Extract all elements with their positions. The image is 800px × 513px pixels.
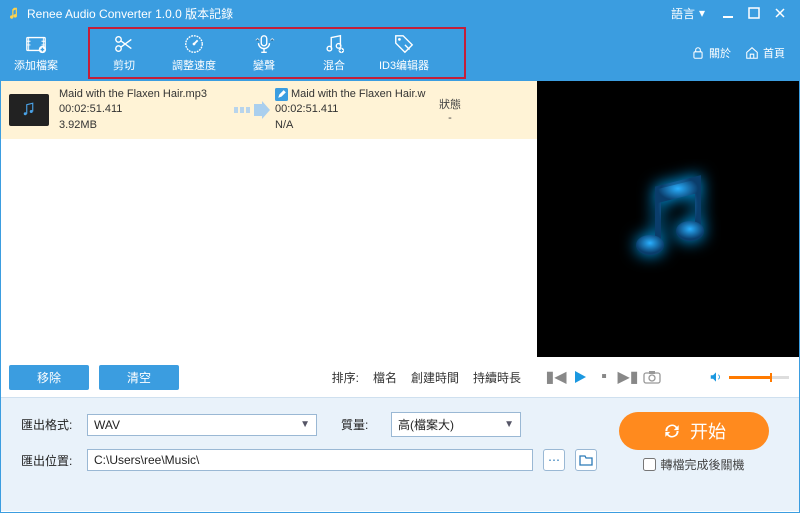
mix-button[interactable]: 混合 [299, 29, 369, 77]
export-format-select[interactable]: WAV ▼ [87, 414, 317, 436]
stop-button[interactable]: ▪ [595, 368, 613, 386]
app-title: Renee Audio Converter 1.0.0 版本記錄 [27, 5, 671, 22]
open-folder-button[interactable] [575, 449, 597, 471]
id3-editor-button[interactable]: ID3编辑器 [369, 29, 439, 77]
tag-edit-icon [393, 33, 415, 55]
music-note-icon [608, 159, 728, 279]
preview-pane [537, 81, 799, 357]
lock-icon [691, 46, 705, 60]
speedometer-icon [183, 33, 205, 55]
cut-button[interactable]: 剪切 [89, 29, 159, 77]
language-selector[interactable]: 語言 ▾ [671, 5, 705, 22]
status-header: 狀態 [430, 96, 470, 112]
volume-slider[interactable] [729, 376, 789, 379]
sort-by-name[interactable]: 檔名 [373, 369, 397, 386]
maximize-button[interactable] [741, 3, 767, 23]
volume-icon[interactable] [709, 370, 723, 384]
file-row[interactable]: Maid with the Flaxen Hair.mp3 00:02:51.4… [1, 81, 537, 139]
chevron-down-icon: ▼ [504, 419, 514, 430]
scissors-icon [113, 33, 135, 55]
prev-button[interactable]: ▮◀ [547, 368, 565, 386]
output-filename: Maid with the Flaxen Hair.w [291, 87, 426, 102]
output-duration: 00:02:51.411 [275, 102, 430, 117]
export-location-input[interactable]: C:\Users\ree\Music\ [87, 449, 533, 471]
chevron-down-icon: ▼ [300, 419, 310, 430]
app-logo-icon [7, 6, 21, 20]
source-duration: 00:02:51.411 [59, 102, 229, 117]
snapshot-button[interactable] [643, 368, 661, 386]
chevron-down-icon: ▾ [699, 6, 705, 20]
shutdown-checkbox-row[interactable]: 轉檔完成後關機 [643, 456, 744, 473]
export-location-label: 匯出位置: [21, 452, 77, 469]
browse-folder-button[interactable]: ⋯ [543, 449, 565, 471]
adjust-speed-button[interactable]: 調整速度 [159, 29, 229, 77]
home-button[interactable]: 首頁 [745, 45, 785, 61]
sort-by-duration[interactable]: 持續時長 [473, 369, 521, 386]
next-button[interactable]: ▶▮ [619, 368, 637, 386]
convert-arrow-icon [229, 100, 275, 120]
language-label: 語言 [671, 5, 695, 22]
status-value: - [430, 112, 470, 124]
about-button[interactable]: 關於 [691, 45, 731, 61]
edit-icon[interactable] [275, 88, 288, 101]
refresh-icon [662, 421, 682, 441]
minimize-button[interactable] [715, 3, 741, 23]
home-icon [745, 46, 759, 60]
change-voice-button[interactable]: 變聲 [229, 29, 299, 77]
file-list[interactable]: Maid with the Flaxen Hair.mp3 00:02:51.4… [1, 81, 537, 357]
microphone-icon [253, 33, 275, 55]
export-format-label: 匯出格式: [21, 416, 77, 433]
quality-select[interactable]: 高(檔案大) ▼ [391, 412, 521, 437]
sort-label: 排序: [332, 369, 359, 386]
add-file-button[interactable]: 添加檔案 [1, 29, 71, 77]
source-filesize: 3.92MB [59, 118, 229, 133]
clear-button[interactable]: 清空 [99, 365, 179, 390]
shutdown-checkbox[interactable] [643, 458, 656, 471]
output-size: N/A [275, 118, 430, 133]
filmstrip-plus-icon [25, 33, 47, 55]
music-plus-icon [323, 33, 345, 55]
file-thumbnail [9, 94, 49, 126]
quality-label: 質量: [341, 416, 381, 433]
source-filename: Maid with the Flaxen Hair.mp3 [59, 87, 229, 102]
close-button[interactable] [767, 3, 793, 23]
remove-button[interactable]: 移除 [9, 365, 89, 390]
play-button[interactable] [571, 368, 589, 386]
sort-by-created[interactable]: 創建時間 [411, 369, 459, 386]
start-button[interactable]: 开始 [619, 412, 769, 450]
